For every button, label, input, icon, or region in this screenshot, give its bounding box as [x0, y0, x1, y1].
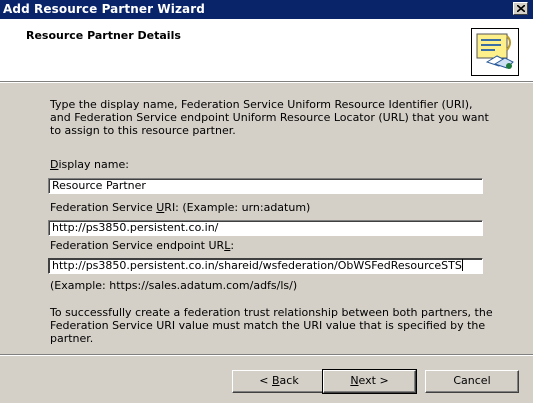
text-caret — [461, 259, 463, 271]
back-button[interactable]: < Back — [232, 370, 326, 393]
service-uri-label: Federation Service URI: (Example: urn:ad… — [50, 201, 311, 214]
close-icon — [517, 5, 525, 12]
wizard-header: Resource Partner Details — [0, 19, 533, 81]
display-name-input[interactable]: Resource Partner — [48, 178, 483, 194]
endpoint-url-input[interactable]: http://ps3850.persistent.co.in/shareid/w… — [48, 258, 483, 274]
display-name-label: Display name: — [50, 158, 129, 171]
description-text: Type the display name, Federation Servic… — [50, 98, 489, 137]
page-title: Resource Partner Details — [26, 29, 181, 42]
cancel-button[interactable]: Cancel — [425, 370, 519, 393]
next-button[interactable]: Next > — [322, 369, 417, 394]
title-bar: Add Resource Partner Wizard — [0, 0, 533, 19]
service-uri-input[interactable]: http://ps3850.persistent.co.in/ — [48, 220, 483, 236]
endpoint-url-value: http://ps3850.persistent.co.in/shareid/w… — [52, 259, 462, 272]
partner-certificate-icon — [471, 28, 519, 76]
window-title: Add Resource Partner Wizard — [3, 2, 205, 16]
federation-note: To successfully create a federation trus… — [50, 306, 493, 345]
endpoint-url-example: (Example: https://sales.adatum.com/adfs/… — [50, 279, 298, 292]
close-button[interactable] — [513, 2, 528, 15]
endpoint-url-label: Federation Service endpoint URL: — [50, 239, 235, 252]
